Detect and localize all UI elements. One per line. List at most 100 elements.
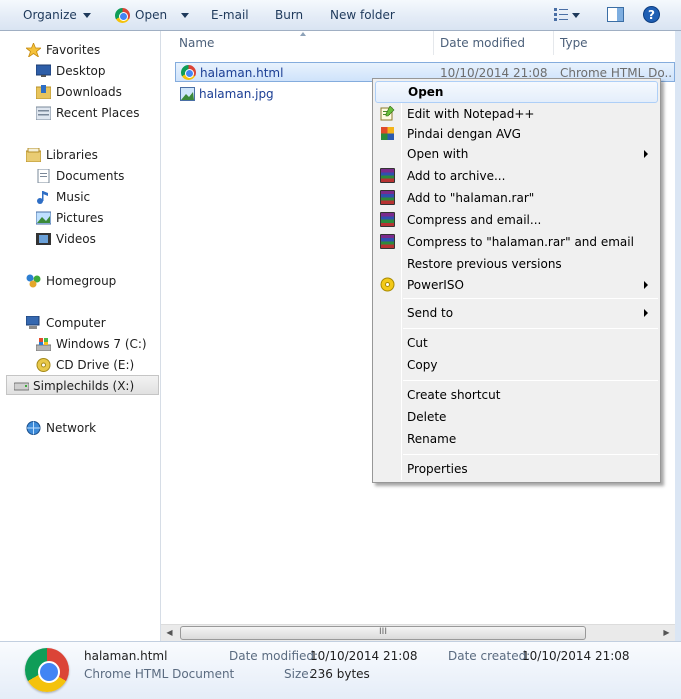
nav-label: Music bbox=[56, 190, 91, 204]
menu-item-send-to[interactable]: Send to bbox=[375, 302, 658, 324]
navigation-pane: Favorites Desktop Downloads Recent Place… bbox=[0, 31, 161, 641]
menu-item-properties[interactable]: Properties bbox=[375, 458, 658, 480]
menu-item-scan-avg[interactable]: Pindai dengan AVG bbox=[375, 123, 658, 145]
computer-icon bbox=[26, 316, 40, 329]
organize-button[interactable]: Organize bbox=[23, 0, 91, 30]
nav-network[interactable]: Network bbox=[26, 418, 97, 438]
nav-windows7-drive[interactable]: Windows 7 (C:) bbox=[36, 334, 147, 354]
menu-item-add-archive[interactable]: Add to archive... bbox=[375, 165, 658, 187]
svg-text:?: ? bbox=[648, 8, 655, 22]
burn-button[interactable]: Burn bbox=[275, 0, 303, 30]
nav-label: CD Drive (E:) bbox=[56, 358, 135, 372]
menu-separator bbox=[403, 380, 658, 381]
column-label: Type bbox=[560, 36, 588, 50]
libraries-icon bbox=[26, 148, 41, 162]
column-header-date-modified[interactable]: Date modified bbox=[434, 31, 554, 55]
nav-label: Videos bbox=[56, 232, 96, 246]
new-folder-button[interactable]: New folder bbox=[330, 0, 395, 30]
winrar-icon bbox=[380, 234, 395, 249]
chevron-down-icon bbox=[82, 13, 91, 18]
file-row-halaman-jpg[interactable]: halaman.jpg bbox=[175, 84, 375, 104]
menu-item-rename[interactable]: Rename bbox=[375, 428, 658, 450]
downloads-folder-icon bbox=[36, 85, 51, 99]
menu-item-copy[interactable]: Copy bbox=[375, 354, 658, 376]
nav-label: Windows 7 (C:) bbox=[56, 337, 147, 351]
submenu-arrow-icon bbox=[644, 281, 648, 289]
details-filename: halaman.html bbox=[84, 649, 168, 663]
details-size-label: Size: bbox=[284, 667, 313, 681]
menu-label: Delete bbox=[407, 410, 447, 424]
nav-videos[interactable]: Videos bbox=[36, 229, 96, 249]
nav-favorites[interactable]: Favorites bbox=[26, 40, 100, 60]
homegroup-icon bbox=[26, 274, 41, 288]
column-label: Date modified bbox=[440, 36, 526, 50]
nav-label: Documents bbox=[56, 169, 125, 183]
chevron-down-icon bbox=[181, 13, 190, 18]
desktop-icon bbox=[36, 64, 51, 77]
menu-separator bbox=[403, 454, 658, 455]
details-size: 236 bytes bbox=[310, 667, 370, 681]
open-button[interactable]: Open bbox=[115, 0, 190, 30]
help-icon[interactable]: ? bbox=[643, 6, 660, 23]
nav-desktop[interactable]: Desktop bbox=[36, 61, 106, 81]
menu-item-poweriso[interactable]: PowerISO bbox=[375, 274, 658, 296]
email-button[interactable]: E-mail bbox=[211, 0, 249, 30]
scroll-thumb[interactable]: III bbox=[180, 626, 586, 640]
menu-item-restore-versions[interactable]: Restore previous versions bbox=[375, 253, 658, 275]
menu-item-create-shortcut[interactable]: Create shortcut bbox=[375, 384, 658, 406]
submenu-arrow-icon bbox=[644, 150, 648, 158]
menu-item-cut[interactable]: Cut bbox=[375, 332, 658, 354]
nav-pictures[interactable]: Pictures bbox=[36, 208, 104, 228]
nav-label: Libraries bbox=[46, 148, 98, 162]
nav-documents[interactable]: Documents bbox=[37, 166, 125, 186]
column-header-name[interactable]: Name bbox=[161, 31, 434, 55]
menu-item-delete[interactable]: Delete bbox=[375, 406, 658, 428]
menu-item-compress-rar-email[interactable]: Compress to "halaman.rar" and email bbox=[375, 231, 658, 253]
nav-computer[interactable]: Computer bbox=[26, 313, 106, 333]
scroll-right-icon[interactable]: ▶ bbox=[658, 625, 675, 641]
system-drive-icon bbox=[36, 338, 51, 351]
nav-libraries[interactable]: Libraries bbox=[26, 145, 98, 165]
preview-pane-icon[interactable] bbox=[607, 7, 624, 22]
chrome-file-icon bbox=[181, 65, 196, 80]
recent-places-icon bbox=[36, 106, 51, 120]
nav-music[interactable]: Music bbox=[37, 187, 91, 207]
column-header-type[interactable]: Type bbox=[554, 31, 675, 55]
menu-item-add-rar[interactable]: Add to "halaman.rar" bbox=[375, 187, 658, 209]
horizontal-scrollbar[interactable]: ◀ III ▶ bbox=[161, 624, 675, 641]
details-pane: halaman.html Chrome HTML Document Date m… bbox=[0, 641, 681, 699]
open-label: Open bbox=[135, 8, 168, 22]
nav-downloads[interactable]: Downloads bbox=[36, 82, 122, 102]
nav-label: Desktop bbox=[56, 64, 106, 78]
nav-label: Network bbox=[46, 421, 97, 435]
menu-label: Edit with Notepad++ bbox=[407, 107, 535, 121]
menu-label: Compress to "halaman.rar" and email bbox=[407, 235, 634, 249]
star-icon bbox=[26, 43, 41, 57]
file-name: halaman.html bbox=[200, 66, 284, 80]
menu-separator bbox=[403, 328, 658, 329]
menu-item-open-with[interactable]: Open with bbox=[375, 143, 658, 165]
nav-recent-places[interactable]: Recent Places bbox=[36, 103, 140, 123]
scroll-grip: III bbox=[379, 627, 387, 637]
scroll-left-icon[interactable]: ◀ bbox=[161, 625, 178, 641]
view-options-icon[interactable] bbox=[553, 6, 569, 22]
menu-item-open[interactable]: Open bbox=[375, 81, 658, 103]
file-name: halaman.jpg bbox=[199, 87, 274, 101]
window-border bbox=[675, 31, 681, 641]
chrome-document-icon bbox=[25, 648, 69, 692]
context-menu: Open Edit with Notepad++ Pindai dengan A… bbox=[372, 78, 661, 483]
menu-item-compress-email[interactable]: Compress and email... bbox=[375, 209, 658, 231]
nav-label: Recent Places bbox=[56, 106, 140, 120]
menu-separator bbox=[403, 298, 658, 299]
image-file-icon bbox=[180, 87, 195, 101]
nav-simplechilds-drive[interactable]: Simplechilds (X:) bbox=[6, 375, 159, 395]
menu-label: Rename bbox=[407, 432, 457, 446]
documents-icon bbox=[37, 169, 50, 183]
menu-label: Create shortcut bbox=[407, 388, 501, 402]
menu-item-edit-notepad[interactable]: Edit with Notepad++ bbox=[375, 103, 658, 125]
avg-icon bbox=[381, 127, 394, 140]
view-dropdown-icon[interactable] bbox=[572, 13, 580, 18]
nav-cd-drive[interactable]: CD Drive (E:) bbox=[36, 355, 135, 375]
nav-homegroup[interactable]: Homegroup bbox=[26, 271, 116, 291]
menu-label: Pindai dengan AVG bbox=[407, 127, 521, 141]
